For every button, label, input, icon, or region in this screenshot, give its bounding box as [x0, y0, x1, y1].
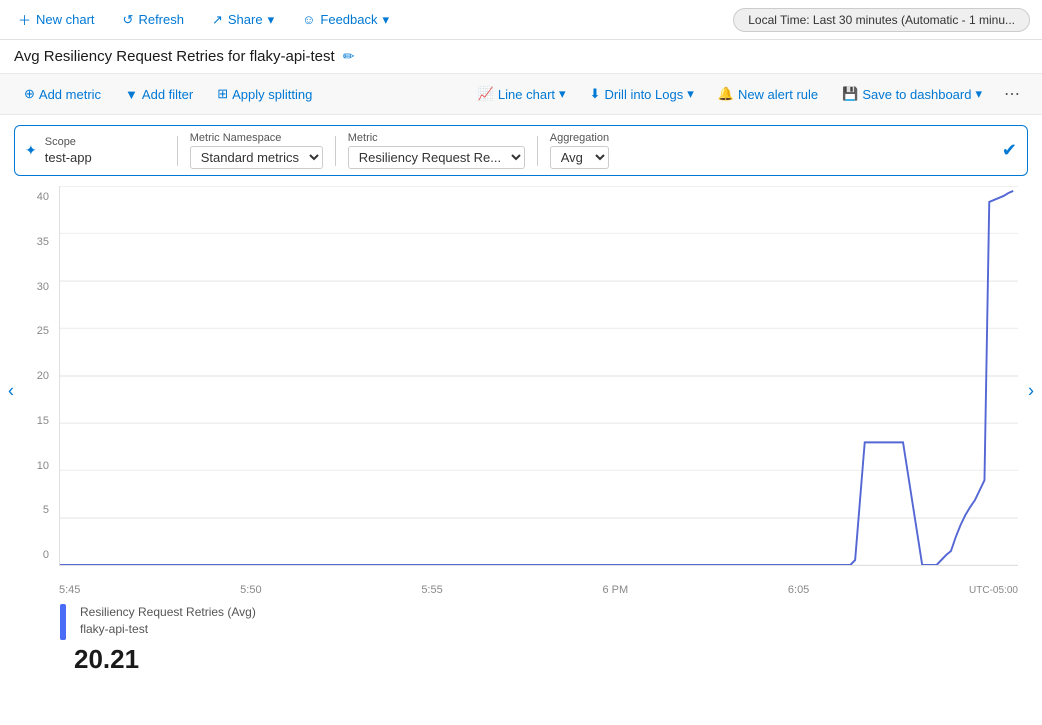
- scope-bar: ✦ Scope Metric Namespace Standard metric…: [14, 125, 1028, 176]
- legend-color-bar: [60, 604, 66, 640]
- x-label-545: 5:45: [59, 584, 80, 596]
- scope-divider-2: [335, 136, 336, 166]
- x-label-555: 5:55: [421, 584, 442, 596]
- share-label: Share: [228, 12, 263, 27]
- edit-icon[interactable]: ✏: [343, 48, 355, 65]
- scope-divider-3: [537, 136, 538, 166]
- share-button[interactable]: ↗ Share ▾: [206, 8, 280, 32]
- metric-toolbar: ⊕ Add metric ▼ Add filter ⊞ Apply splitt…: [0, 73, 1042, 115]
- utc-label: UTC-05:00: [969, 585, 1018, 596]
- y-label-40: 40: [14, 191, 54, 203]
- apply-splitting-button[interactable]: ⊞ Apply splitting: [207, 82, 322, 106]
- chevron-down-icon-5: ▾: [975, 86, 982, 102]
- scope-divider: [177, 136, 178, 166]
- chart-icon: 📈: [478, 86, 494, 102]
- chart-nav-right[interactable]: ›: [1024, 377, 1038, 406]
- scope-icon: ✦: [25, 142, 37, 159]
- chevron-down-icon: ▾: [268, 12, 275, 28]
- time-selector-button[interactable]: Local Time: Last 30 minutes (Automatic -…: [733, 8, 1030, 32]
- legend-row: Resiliency Request Retries (Avg) flaky-a…: [60, 604, 982, 640]
- y-label-10: 10: [14, 460, 54, 472]
- metric-namespace-label: Metric Namespace: [190, 132, 323, 144]
- legend-value: 20.21: [74, 644, 982, 675]
- share-icon: ↗: [212, 12, 223, 28]
- line-chart-button[interactable]: 📈 Line chart ▾: [468, 82, 576, 106]
- apply-splitting-label: Apply splitting: [232, 87, 312, 102]
- y-label-15: 15: [14, 415, 54, 427]
- y-label-20: 20: [14, 370, 54, 382]
- new-chart-label: New chart: [36, 12, 95, 27]
- metric-toolbar-right: 📈 Line chart ▾ ⬇ Drill into Logs ▾ 🔔 New…: [468, 80, 1028, 108]
- refresh-label: Refresh: [138, 12, 184, 27]
- drill-icon: ⬇: [590, 86, 601, 102]
- scope-label: Scope: [45, 136, 165, 148]
- refresh-icon: ↺: [123, 12, 134, 28]
- x-label-550: 5:50: [240, 584, 261, 596]
- add-metric-icon: ⊕: [24, 86, 35, 102]
- alert-icon: 🔔: [718, 86, 734, 102]
- chart-plot: [59, 186, 1018, 566]
- add-metric-button[interactable]: ⊕ Add metric: [14, 82, 111, 106]
- scope-field: Scope: [45, 136, 165, 165]
- add-filter-label: Add filter: [142, 87, 193, 102]
- more-options-button[interactable]: ⋯: [996, 80, 1028, 108]
- top-toolbar: ＋ New chart ↺ Refresh ↗ Share ▾ ☺ Feedba…: [0, 0, 1042, 40]
- more-icon: ⋯: [1004, 86, 1020, 103]
- new-alert-rule-button[interactable]: 🔔 New alert rule: [708, 82, 828, 106]
- aggregation-label: Aggregation: [550, 132, 609, 144]
- refresh-button[interactable]: ↺ Refresh: [117, 8, 190, 32]
- x-label-605: 6:05: [788, 584, 809, 596]
- drill-into-logs-label: Drill into Logs: [604, 87, 683, 102]
- chevron-down-icon-3: ▾: [559, 86, 566, 102]
- feedback-label: Feedback: [320, 12, 377, 27]
- save-icon: 💾: [842, 86, 858, 102]
- chart-container: ‹ › 40 35 30 25 20 15 10 5 0: [14, 186, 1028, 596]
- y-label-0: 0: [14, 549, 54, 561]
- chart-legend: Resiliency Request Retries (Avg) flaky-a…: [0, 596, 1042, 683]
- y-label-30: 30: [14, 281, 54, 293]
- metric-select[interactable]: Resiliency Request Re...: [348, 146, 525, 169]
- chart-line-path: [60, 191, 1013, 565]
- add-metric-label: Add metric: [39, 87, 101, 102]
- new-alert-rule-label: New alert rule: [738, 87, 818, 102]
- new-chart-button[interactable]: ＋ New chart: [12, 6, 101, 33]
- aggregation-field: Aggregation Avg: [550, 132, 609, 169]
- metric-namespace-select[interactable]: Standard metrics: [190, 146, 323, 169]
- time-selector-label: Local Time: Last 30 minutes (Automatic -…: [748, 13, 1015, 27]
- y-label-35: 35: [14, 236, 54, 248]
- x-label-6pm: 6 PM: [602, 584, 628, 596]
- title-bar: Avg Resiliency Request Retries for flaky…: [0, 40, 1042, 73]
- scope-check-icon: ✔: [1002, 140, 1017, 161]
- plus-icon: ＋: [18, 10, 31, 29]
- split-icon: ⊞: [217, 86, 228, 102]
- legend-text-group: Resiliency Request Retries (Avg) flaky-a…: [80, 604, 256, 638]
- legend-metric-name: Resiliency Request Retries (Avg): [80, 604, 256, 621]
- x-axis: 5:45 5:50 5:55 6 PM 6:05 UTC-05:00: [59, 571, 1018, 596]
- time-selector-container: Local Time: Last 30 minutes (Automatic -…: [733, 8, 1030, 32]
- chart-line-svg: [60, 186, 1018, 565]
- page-title: Avg Resiliency Request Retries for flaky…: [14, 48, 335, 65]
- metric-label: Metric: [348, 132, 525, 144]
- chevron-down-icon-4: ▾: [687, 86, 694, 102]
- save-to-dashboard-button[interactable]: 💾 Save to dashboard ▾: [832, 82, 992, 106]
- metric-field: Metric Resiliency Request Re...: [348, 132, 525, 169]
- line-chart-label: Line chart: [498, 87, 555, 102]
- drill-into-logs-button[interactable]: ⬇ Drill into Logs ▾: [580, 82, 704, 106]
- chevron-down-icon-2: ▾: [383, 12, 390, 28]
- metric-namespace-field: Metric Namespace Standard metrics: [190, 132, 323, 169]
- filter-icon: ▼: [125, 87, 138, 102]
- legend-app-name: flaky-api-test: [80, 621, 256, 638]
- y-label-25: 25: [14, 325, 54, 337]
- y-axis: 40 35 30 25 20 15 10 5 0: [14, 186, 54, 566]
- feedback-button[interactable]: ☺ Feedback ▾: [296, 8, 395, 32]
- feedback-icon: ☺: [302, 12, 315, 27]
- scope-input[interactable]: [45, 150, 155, 165]
- save-to-dashboard-label: Save to dashboard: [862, 87, 971, 102]
- y-label-5: 5: [14, 504, 54, 516]
- aggregation-select[interactable]: Avg: [550, 146, 609, 169]
- add-filter-button[interactable]: ▼ Add filter: [115, 83, 203, 106]
